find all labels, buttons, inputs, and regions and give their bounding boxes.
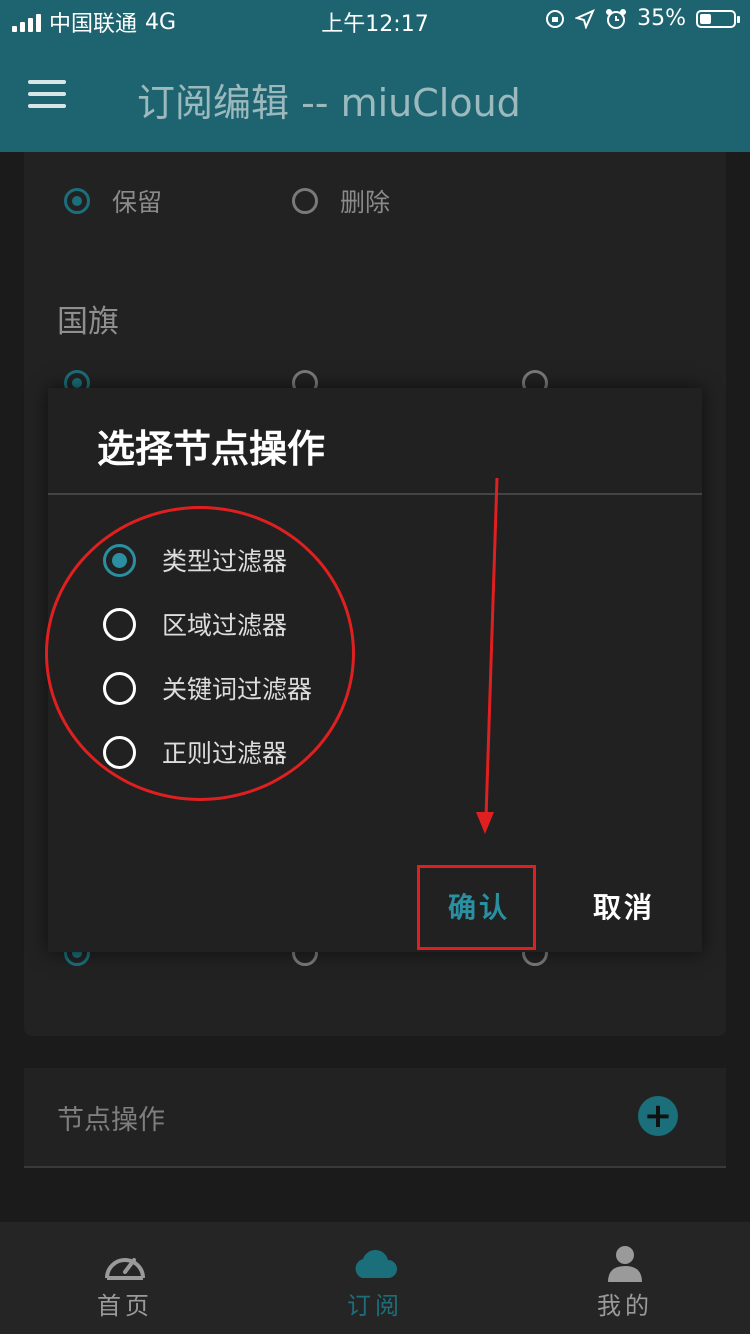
bottom-nav: 首页 订阅 我的 <box>0 1222 750 1334</box>
nav-label-subscription: 订阅 <box>347 1292 403 1320</box>
person-icon <box>608 1246 642 1282</box>
cloud-icon <box>355 1250 397 1278</box>
nav-item-subscription[interactable]: 订阅 <box>250 1222 500 1334</box>
annotation-arrow <box>476 477 499 834</box>
nav-label-mine: 我的 <box>597 1292 653 1320</box>
nav-label-home: 首页 <box>97 1292 153 1320</box>
speedometer-icon <box>105 1258 145 1280</box>
nav-item-home[interactable]: 首页 <box>0 1222 250 1334</box>
nav-item-mine[interactable]: 我的 <box>500 1222 750 1334</box>
